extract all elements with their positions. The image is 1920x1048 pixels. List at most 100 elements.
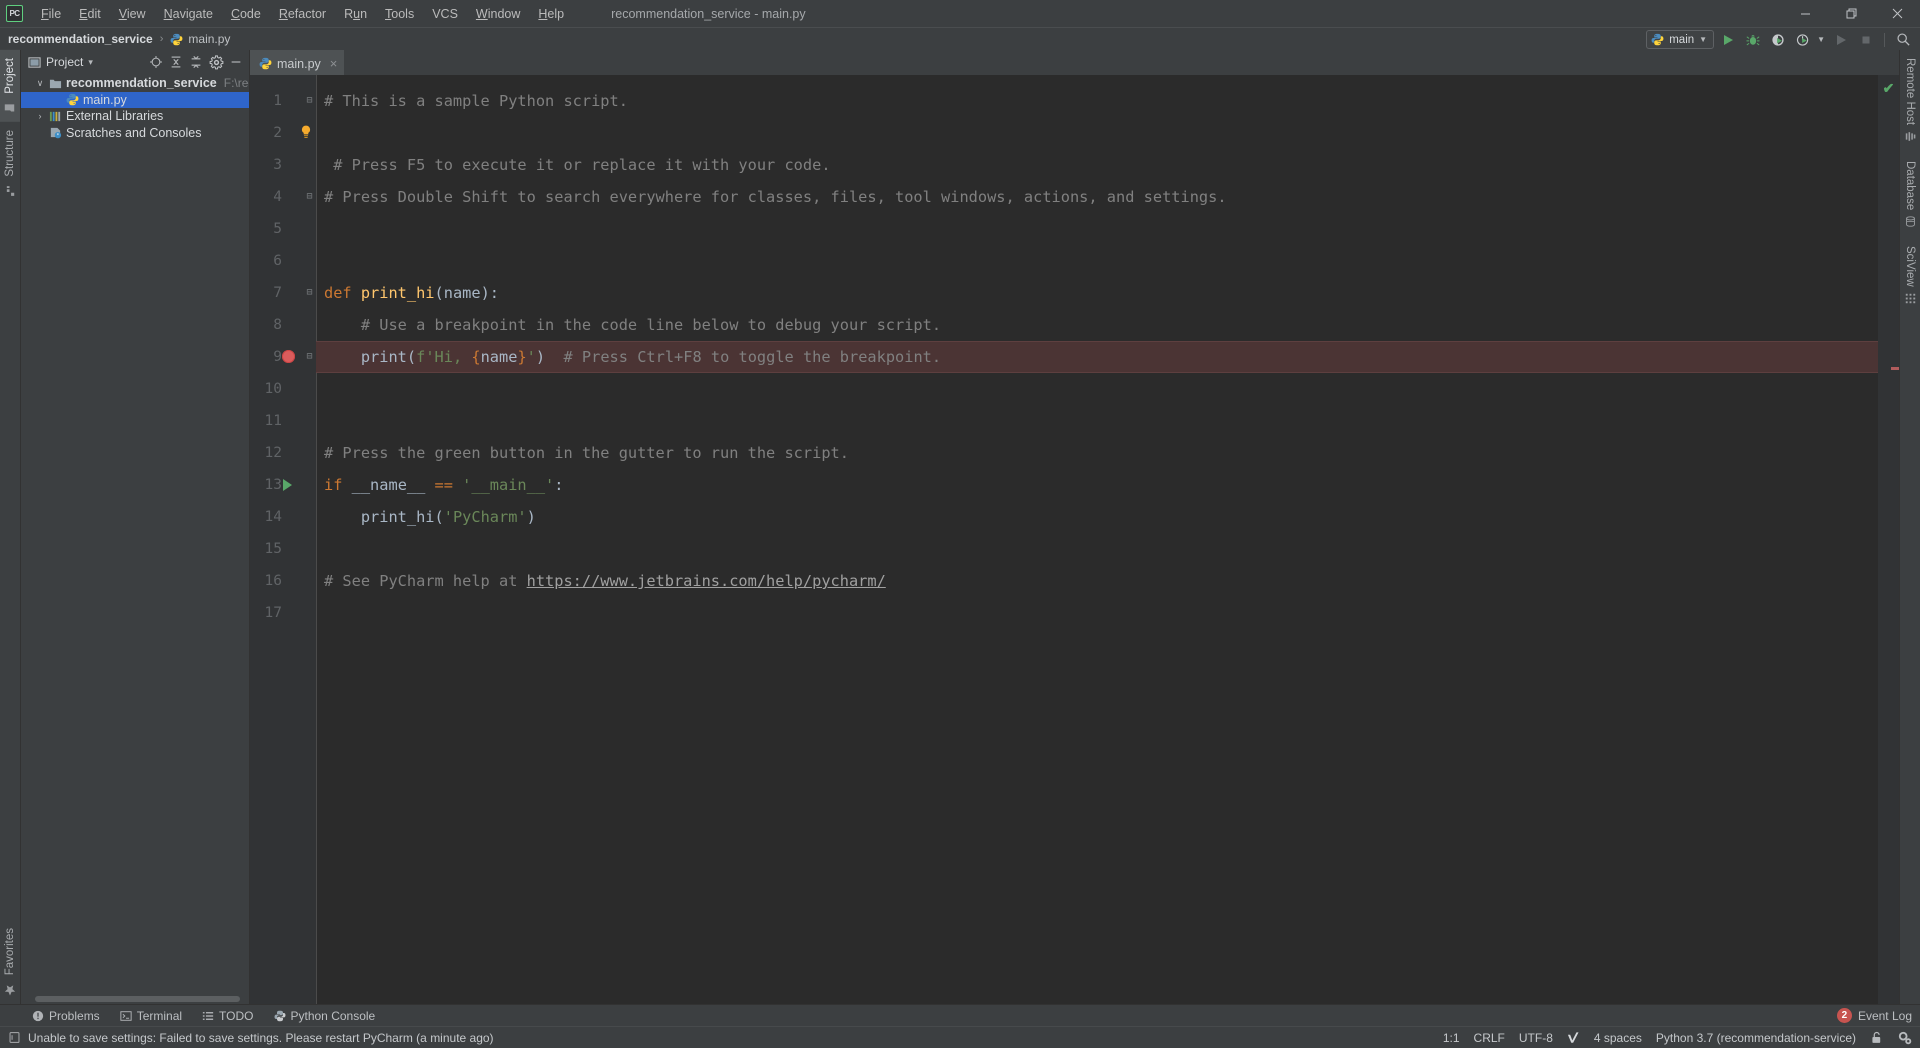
code-token[interactable]: https://www.jetbrains.com/help/pycharm/ bbox=[527, 572, 886, 590]
collapse-all-icon[interactable] bbox=[187, 53, 205, 71]
line-number: 8 bbox=[242, 309, 282, 341]
search-icon[interactable] bbox=[1892, 30, 1914, 49]
caret-position[interactable]: 1:1 bbox=[1443, 1031, 1460, 1045]
restore-icon[interactable] bbox=[1828, 0, 1874, 27]
profile-button[interactable] bbox=[1792, 30, 1814, 49]
project-panel-chevron-icon[interactable]: ▾ bbox=[88, 57, 93, 68]
inspection-level-icon[interactable] bbox=[1897, 1030, 1912, 1045]
code-token: print( bbox=[324, 348, 416, 366]
code-line: print(f'Hi, {name}') # Press Ctrl+F8 to … bbox=[324, 341, 941, 373]
code-token: # Press F5 to execute it or replace it w… bbox=[324, 156, 831, 174]
code-token: ' bbox=[527, 348, 536, 366]
breadcrumb-file[interactable]: main.py bbox=[188, 32, 230, 46]
code-line: # Press F5 to execute it or replace it w… bbox=[324, 149, 831, 181]
chevron-right-icon[interactable]: › bbox=[35, 111, 45, 121]
code-fold-marker[interactable]: ⊟ bbox=[304, 277, 315, 309]
code-line: # Press Double Shift to search everywher… bbox=[324, 181, 1227, 213]
line-number: 1 bbox=[242, 85, 282, 117]
expand-all-icon[interactable] bbox=[167, 53, 185, 71]
menu-code[interactable]: Code bbox=[222, 4, 270, 24]
error-stripe-marker[interactable] bbox=[1891, 367, 1899, 370]
tool-tab-remote-host[interactable]: Remote Host bbox=[1900, 50, 1920, 153]
stop-button bbox=[1855, 30, 1877, 49]
close-tab-icon[interactable]: × bbox=[330, 56, 338, 71]
bottom-tab-label: Terminal bbox=[137, 1009, 182, 1023]
menu-refactor[interactable]: Refactor bbox=[270, 4, 335, 24]
code-token: } bbox=[517, 348, 526, 366]
menu-edit[interactable]: Edit bbox=[70, 4, 110, 24]
bottom-tab-label: Python Console bbox=[291, 1009, 376, 1023]
bottom-tab-todo[interactable]: TODO bbox=[192, 1005, 263, 1027]
menu-bar: PC FileEditViewNavigateCodeRefactorRunTo… bbox=[0, 0, 1920, 27]
menu-view[interactable]: View bbox=[110, 4, 155, 24]
tool-tab-sciview[interactable]: SciView bbox=[1900, 238, 1920, 315]
code-token: (name): bbox=[435, 284, 499, 302]
project-tree: ∨recommendation_serviceF:\recommendmain.… bbox=[21, 74, 249, 994]
code-fold-marker[interactable]: ⊟ bbox=[304, 181, 315, 213]
settings-gear-icon[interactable] bbox=[207, 53, 225, 71]
database-icon bbox=[1905, 216, 1916, 230]
chevron-down-icon: ▼ bbox=[1699, 35, 1707, 44]
bottom-tab-label: TODO bbox=[219, 1009, 253, 1023]
marker-bar[interactable]: ✔ bbox=[1878, 75, 1899, 1004]
tree-node-scratches-and-consoles[interactable]: Scratches and Consoles bbox=[21, 125, 249, 142]
bottom-tab-problems[interactable]: Problems bbox=[22, 1005, 110, 1027]
libraries-icon bbox=[49, 110, 62, 123]
line-number: 11 bbox=[242, 405, 282, 437]
tree-node-recommendation_service[interactable]: ∨recommendation_serviceF:\recommend bbox=[21, 75, 249, 92]
bottom-tab-terminal[interactable]: Terminal bbox=[110, 1005, 192, 1027]
python-interpreter[interactable]: Python 3.7 (recommendation-service) bbox=[1656, 1031, 1856, 1045]
code-token: '__main__' bbox=[462, 476, 554, 494]
event-log-area[interactable]: 2 Event Log bbox=[1837, 1008, 1912, 1023]
editor-tab-main-py[interactable]: main.py × bbox=[250, 50, 344, 75]
tool-tab-favorites[interactable]: Favorites bbox=[0, 920, 20, 1004]
debug-button[interactable] bbox=[1742, 30, 1764, 49]
chevron-down-icon[interactable]: ∨ bbox=[35, 78, 45, 89]
menu-navigate[interactable]: Navigate bbox=[155, 4, 222, 24]
code-token: ) bbox=[527, 508, 536, 526]
menu-tools[interactable]: Tools bbox=[376, 4, 423, 24]
status-message[interactable]: Unable to save settings: Failed to save … bbox=[8, 1031, 494, 1045]
editor-gutter[interactable]: 1⊟234⊟567⊟89⊟1011121314151617 bbox=[250, 75, 316, 1004]
line-number: 7 bbox=[242, 277, 282, 309]
inspections-ok-icon[interactable]: ✔ bbox=[1881, 81, 1896, 96]
lock-icon[interactable] bbox=[1870, 1031, 1883, 1045]
project-window-icon bbox=[28, 56, 41, 69]
run-configuration-selector[interactable]: main ▼ bbox=[1646, 30, 1714, 49]
code-token: # This is a sample Python script. bbox=[324, 92, 628, 110]
code-token: ) bbox=[536, 348, 545, 366]
menu-run[interactable]: Run bbox=[335, 4, 376, 24]
code-fold-marker[interactable]: ⊟ bbox=[304, 341, 315, 373]
hide-panel-icon[interactable] bbox=[227, 53, 245, 71]
close-icon[interactable] bbox=[1874, 0, 1920, 27]
indent-size[interactable]: 4 spaces bbox=[1594, 1031, 1642, 1045]
event-log-badge: 2 bbox=[1837, 1008, 1852, 1023]
select-opened-file-icon[interactable] bbox=[147, 53, 165, 71]
run-button[interactable] bbox=[1717, 30, 1739, 49]
profile-dropdown-chevron-icon[interactable]: ▼ bbox=[1817, 35, 1825, 44]
code-fold-marker[interactable]: ⊟ bbox=[304, 85, 315, 117]
menu-window[interactable]: Window bbox=[467, 4, 529, 24]
breakpoint-marker[interactable] bbox=[282, 350, 295, 363]
project-horizontal-scrollbar[interactable] bbox=[21, 994, 249, 1004]
intention-bulb-icon[interactable] bbox=[300, 125, 312, 139]
menu-vcs[interactable]: VCS bbox=[423, 4, 467, 24]
tree-node-main-py[interactable]: main.py bbox=[21, 92, 249, 109]
bottom-tab-python-console[interactable]: Python Console bbox=[264, 1005, 386, 1027]
file-encoding[interactable]: UTF-8 bbox=[1519, 1031, 1553, 1045]
code-text-area[interactable]: # This is a sample Python script. # Pres… bbox=[316, 75, 1878, 1004]
run-gutter-icon[interactable] bbox=[283, 479, 292, 491]
tool-tab-project[interactable]: Project bbox=[0, 50, 20, 122]
tree-node-external-libraries[interactable]: › External Libraries bbox=[21, 108, 249, 125]
menu-help[interactable]: Help bbox=[529, 4, 573, 24]
breadcrumb-project[interactable]: recommendation_service bbox=[8, 32, 153, 46]
tool-tab-label: Structure bbox=[4, 130, 16, 177]
run-with-coverage-button[interactable] bbox=[1767, 30, 1789, 49]
minimize-icon[interactable] bbox=[1782, 0, 1828, 27]
vcs-branch-icon[interactable] bbox=[1567, 1031, 1580, 1045]
tool-tab-database[interactable]: Database bbox=[1900, 153, 1920, 238]
tree-node-label: External Libraries bbox=[66, 109, 163, 123]
menu-file[interactable]: File bbox=[32, 4, 70, 24]
tool-tab-structure[interactable]: Structure bbox=[0, 122, 20, 205]
line-separator[interactable]: CRLF bbox=[1474, 1031, 1505, 1045]
